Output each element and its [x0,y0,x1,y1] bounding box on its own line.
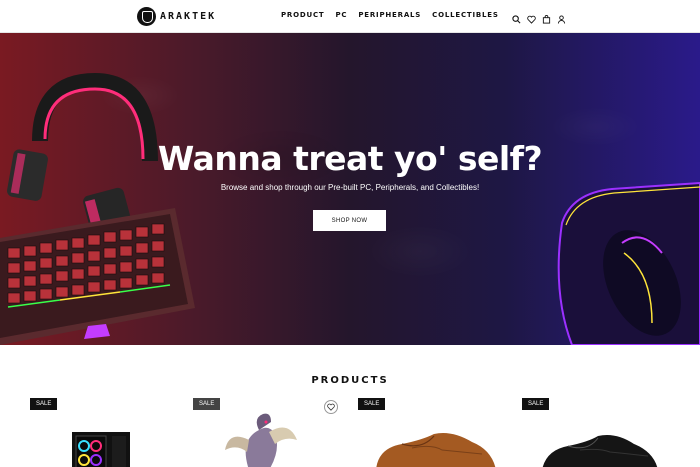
dragon-figure-image [225,413,297,467]
header-actions [512,11,566,24]
product-card[interactable]: SALE [358,398,508,467]
sale-badge: SALE [30,398,58,410]
bag-icon[interactable] [542,11,551,24]
shop-now-button[interactable]: SHOP NOW [313,210,386,231]
brand-mark-icon [137,6,156,26]
main-nav: PRODUCT PC PERIPHERALS COLLECTIBLES [281,11,499,19]
search-icon[interactable] [512,11,521,24]
mouse-image [557,181,700,345]
brand-logo[interactable]: ARAKTEK [137,6,216,26]
hero-banner: Wanna treat yo' self? Browse and shop th… [0,33,700,345]
sale-badge: SALE [522,398,550,410]
nav-item-peripherals[interactable]: PERIPHERALS [358,11,421,19]
black-shoe-image [542,435,658,467]
product-card[interactable]: SALE [193,398,343,467]
nav-item-collectibles[interactable]: COLLECTIBLES [432,11,499,19]
product-card[interactable]: SALE [30,398,180,467]
nav-item-pc[interactable]: PC [335,11,347,19]
heart-icon[interactable] [527,11,536,24]
hero-subtitle: Browse and shop through our Pre-built PC… [220,183,480,192]
product-card[interactable]: SALE [522,398,672,467]
sale-badge: SALE [193,398,221,410]
user-icon[interactable] [557,11,566,24]
brown-shoe-image [376,433,496,467]
gaming-pc-image [72,432,130,467]
keyboard-image [0,208,195,345]
nav-item-product[interactable]: PRODUCT [281,11,324,19]
hero-title: Wanna treat yo' self? [157,139,543,178]
sale-badge: SALE [358,398,386,410]
heart-icon [327,403,335,411]
site-header: ARAKTEK PRODUCT PC PERIPHERALS COLLECTIB… [0,0,700,33]
products-heading: PRODUCTS [311,375,389,386]
wishlist-button[interactable] [324,400,338,414]
brand-name: ARAKTEK [160,10,217,22]
